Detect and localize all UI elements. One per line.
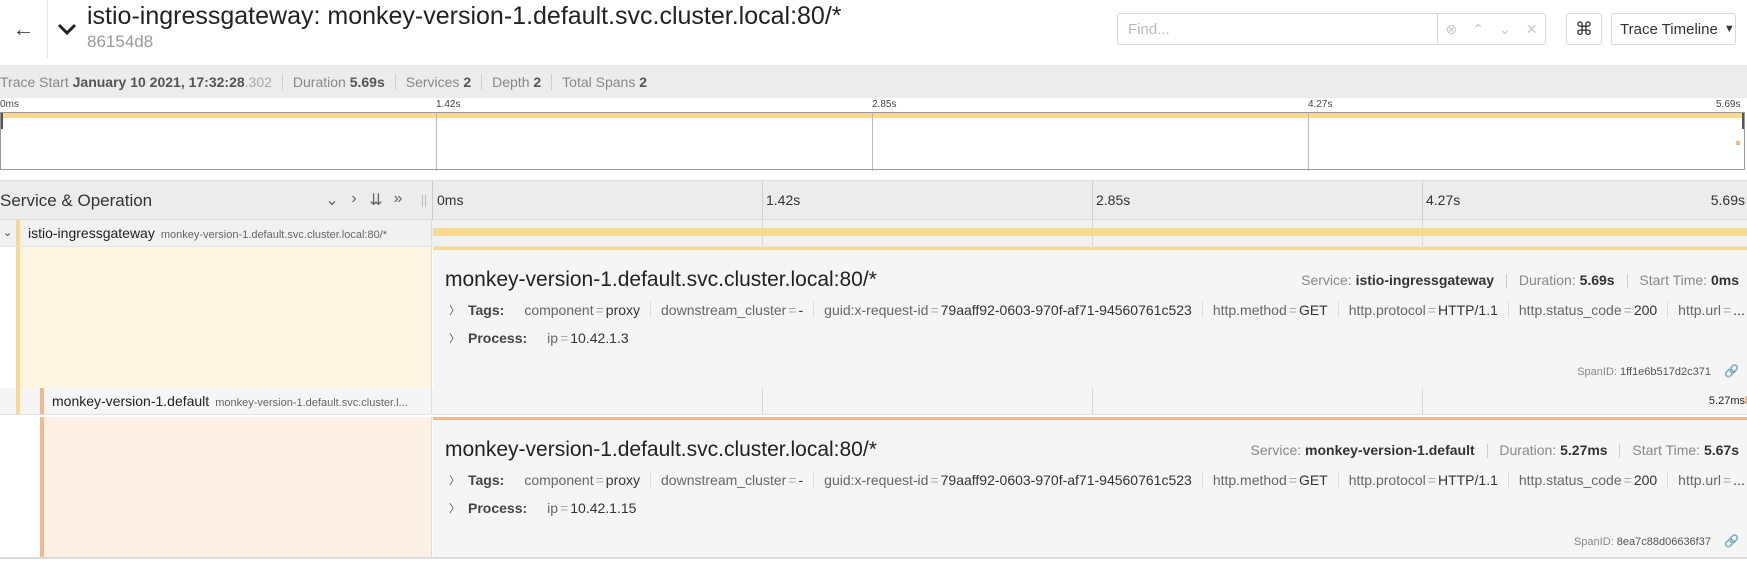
chevron-down-icon[interactable]: ⌄: [3, 226, 12, 239]
span-detail-meta: Service: monkey-version-1.default Durati…: [1250, 442, 1739, 459]
back-arrow-icon[interactable]: ←: [0, 0, 48, 58]
close-icon[interactable]: ✕: [1526, 21, 1538, 38]
span-detail: monkey-version-1.default.svc.cluster.loc…: [0, 417, 1747, 558]
minimap-tick: 1.42s: [436, 99, 461, 110]
minimap-tick: 5.69s: [1716, 99, 1741, 110]
chevron-down-icon[interactable]: [56, 18, 78, 40]
tags-section[interactable]: 〉 Tags: component = proxy downstream_clust…: [449, 472, 1747, 488]
chevron-right-icon[interactable]: 〉: [449, 302, 460, 318]
link-icon[interactable]: 🔗: [1724, 534, 1739, 548]
span-service-name: monkey-version-1.default monkey-version-1…: [52, 393, 408, 409]
clear-search-icon[interactable]: ⊗: [1446, 21, 1458, 38]
timeline-tick: 4.27s: [1426, 192, 1461, 208]
collapse-all-icon[interactable]: ⇊: [369, 190, 383, 210]
minimap-right-handle[interactable]: [1742, 113, 1744, 129]
span-service-name: istio-ingressgateway monkey-version-1.def…: [28, 225, 388, 241]
minimap-tick: 4.27s: [1308, 99, 1333, 110]
timeline-tick: 5.69s: [1710, 192, 1745, 208]
minimap-tick: 2.85s: [872, 99, 897, 110]
trace-services: Services 2: [406, 74, 483, 90]
span-detail-meta: Service: istio-ingressgateway Duration: …: [1301, 272, 1739, 289]
minimap-canvas[interactable]: [0, 112, 1745, 171]
trace-total-spans: Total Spans 2: [562, 74, 648, 90]
trace-header: ← istio-ingressgateway: monkey-version-1…: [0, 0, 1747, 66]
trace-depth: Depth 2: [492, 74, 553, 90]
view-selector-label: Trace Timeline: [1620, 20, 1718, 38]
find-input[interactable]: [1118, 14, 1438, 44]
next-match-icon[interactable]: ⌄: [1499, 21, 1511, 38]
span-duration-label: 5.27ms: [1708, 395, 1745, 407]
timeline-tick: 2.85s: [1096, 192, 1131, 208]
expand-all-icon[interactable]: »: [391, 190, 405, 210]
process-section[interactable]: 〉 Process: ip = 10.42.1.15: [449, 500, 646, 516]
trace-duration: Duration 5.69s: [293, 74, 396, 90]
caret-down-icon: ▼: [1723, 23, 1735, 35]
trace-summary: Trace Start January 10 2021, 17:32:28.30…: [0, 66, 1747, 98]
trace-start: Trace Start January 10 2021, 17:32:28.30…: [0, 74, 283, 90]
span-id: SpanID: 8ea7c88d06636f37 🔗: [1573, 534, 1739, 548]
keyboard-shortcuts-icon[interactable]: ⌘: [1566, 13, 1602, 45]
column-resize-handle[interactable]: [422, 195, 426, 207]
minimap-span-bar: [1736, 141, 1740, 145]
span-bar[interactable]: [433, 228, 1747, 236]
process-section[interactable]: 〉 Process: ip = 10.42.1.3: [449, 330, 639, 346]
find-box: ⊗ ⌃ ⌄ ✕: [1117, 13, 1546, 45]
link-icon[interactable]: 🔗: [1724, 364, 1739, 378]
chevron-right-icon[interactable]: 〉: [449, 472, 460, 488]
span-detail: monkey-version-1.default.svc.cluster.loc…: [0, 247, 1747, 388]
minimap-left-handle[interactable]: [1, 113, 3, 129]
minimap-tick: 0ms: [0, 99, 19, 110]
service-color-bar: [16, 220, 20, 246]
timeline-tick: 0ms: [437, 192, 464, 208]
service-color-bar: [40, 388, 44, 414]
expand-one-icon[interactable]: ›: [347, 190, 361, 210]
prev-match-icon[interactable]: ⌃: [1472, 21, 1484, 38]
timeline-header: Service & Operation ⌄ › ⇊ » 0ms 1.42s 2.…: [0, 180, 1747, 221]
span-row[interactable]: monkey-version-1.default monkey-version-1…: [0, 388, 1747, 415]
tags-section[interactable]: 〉 Tags: component = proxy downstream_clust…: [449, 302, 1747, 318]
collapse-one-icon[interactable]: ⌄: [325, 190, 339, 210]
view-selector[interactable]: Trace Timeline ▼: [1611, 13, 1736, 45]
chevron-right-icon[interactable]: 〉: [449, 500, 460, 516]
span-id: SpanID: 1ff1e6b517d2c371 🔗: [1577, 364, 1739, 378]
span-detail-title: monkey-version-1.default.svc.cluster.loc…: [445, 438, 877, 461]
service-operation-title: Service & Operation: [0, 191, 153, 210]
trace-minimap[interactable]: 0ms 1.42s 2.85s 4.27s 5.69s: [0, 98, 1747, 172]
trace-title: istio-ingressgateway: monkey-version-1.d…: [87, 2, 842, 30]
span-row[interactable]: ⌄ istio-ingressgateway monkey-version-1.d…: [0, 220, 1747, 247]
span-detail-title: monkey-version-1.default.svc.cluster.loc…: [445, 268, 877, 291]
chevron-right-icon[interactable]: 〉: [449, 330, 460, 346]
timeline-tick: 1.42s: [766, 192, 801, 208]
trace-id: 86154d8: [87, 32, 154, 51]
